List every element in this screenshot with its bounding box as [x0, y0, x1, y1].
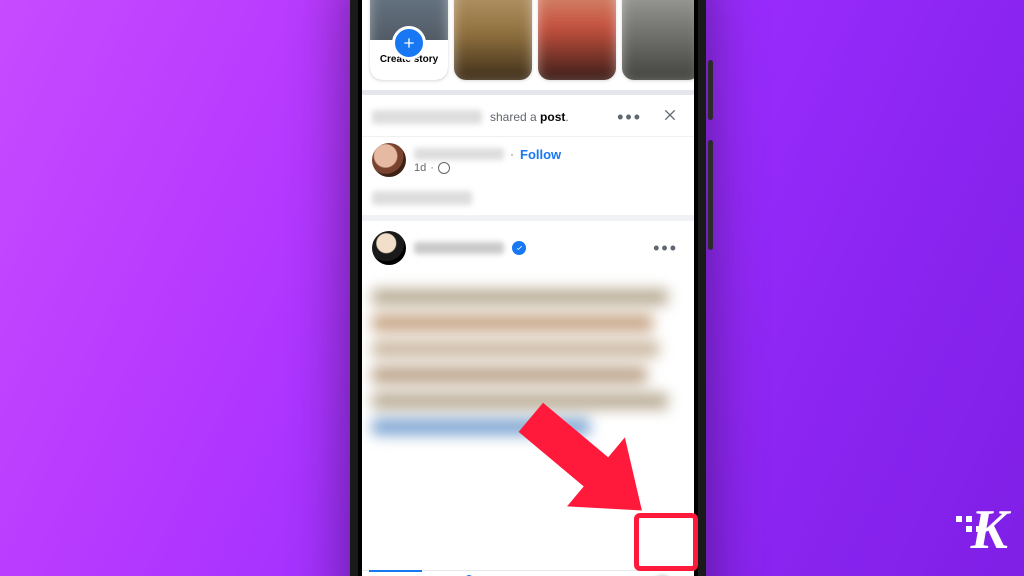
redacted-name: [372, 110, 482, 124]
story-card[interactable]: [622, 0, 694, 80]
watermark-logo: K: [971, 498, 1006, 562]
tab-marketplace[interactable]: Marketplace: [428, 571, 494, 576]
redacted-text: [372, 279, 684, 479]
more-icon[interactable]: •••: [611, 104, 648, 130]
follow-link[interactable]: Follow: [520, 147, 561, 162]
story-card[interactable]: [538, 0, 616, 80]
plus-icon: [392, 26, 426, 60]
more-icon[interactable]: •••: [647, 234, 684, 263]
redacted-name: [414, 242, 504, 254]
story-card[interactable]: [454, 0, 532, 80]
verified-badge-icon: [512, 241, 526, 255]
redacted-name: [414, 148, 504, 160]
phone-mockup: Create story shared a post. •••: [350, 0, 706, 576]
close-icon[interactable]: [656, 103, 684, 130]
shared-post-header: shared a post. •••: [362, 95, 694, 137]
post-author-row[interactable]: · Follow 1d ·: [362, 137, 694, 185]
phone-screen: Create story shared a post. •••: [362, 0, 694, 576]
shared-a-post-label: shared a post.: [490, 110, 569, 124]
public-icon: [438, 162, 450, 174]
phone-side-button: [708, 60, 713, 120]
avatar[interactable]: [372, 143, 406, 177]
tab-home[interactable]: Home: [362, 571, 428, 576]
canvas: Create story shared a post. •••: [0, 0, 1024, 576]
avatar[interactable]: [372, 231, 406, 265]
tab-dating[interactable]: Dating: [495, 571, 561, 576]
tab-notifications[interactable]: Notifications: [561, 571, 627, 576]
tab-menu[interactable]: Menu: [628, 571, 694, 576]
feed-post: •••: [362, 221, 694, 479]
phone-side-button: [708, 140, 713, 250]
redacted-text: [372, 191, 472, 205]
bottom-tab-bar: Home Marketplace Dating Notifications: [362, 570, 694, 576]
post-author-row[interactable]: •••: [372, 231, 684, 265]
create-story-card[interactable]: Create story: [370, 0, 448, 80]
stories-strip[interactable]: Create story: [362, 0, 694, 95]
post-timestamp: 1d ·: [414, 162, 561, 174]
